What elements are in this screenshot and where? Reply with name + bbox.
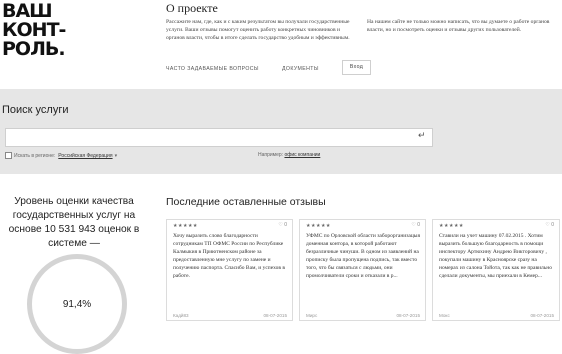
review-text: УФМС по Орловской области заборорганизац… — [306, 233, 420, 280]
login-button[interactable]: Вход — [342, 60, 371, 75]
region-label: Искать в регионе: — [14, 152, 56, 159]
search-input[interactable] — [5, 128, 433, 147]
reviews-title: Последние оставленные отзывы — [166, 196, 326, 208]
review-card[interactable]: ★★★★★ ♡ 0 УФМС по Орловской области забо… — [299, 219, 426, 321]
review-author[interactable]: Мирс — [306, 313, 317, 318]
review-text: Хочу выразить слово благодарности сотруд… — [173, 233, 285, 280]
review-card[interactable]: ★★★★★ ♡ 0 Хочу выразить слово благодарно… — [166, 219, 293, 321]
review-date: 08-07-2015 — [530, 313, 555, 318]
example-label: Например: — [258, 152, 284, 158]
documents-link[interactable]: Документы — [282, 66, 319, 72]
logo-line-3: РОЛЬ. — [2, 38, 66, 60]
rating-stars: ★★★★★ — [306, 223, 331, 229]
quality-stat-title: Уровень оценки качества государственных … — [8, 196, 140, 249]
rating-stars: ★★★★★ — [439, 223, 464, 229]
region-filter: Искать в регионе: Российская Федерация ▾ — [5, 152, 117, 159]
review-author[interactable]: Мокс — [439, 313, 450, 318]
quality-gauge-value: 91,4% — [62, 299, 92, 310]
region-checkbox[interactable] — [5, 152, 12, 159]
enter-icon[interactable]: ↵ — [418, 130, 426, 141]
faq-link[interactable]: Часто задаваемые вопросы — [166, 66, 259, 72]
comments-icon: ♡ 0 — [545, 222, 554, 228]
about-title: О проекте — [166, 1, 218, 15]
site-logo[interactable]: ВАШ КОНТ- РОЛЬ. — [2, 2, 72, 59]
about-text: Рассажите нам, где, как и с каким резуль… — [166, 19, 350, 42]
review-card[interactable]: ★★★★★ ♡ 0 Ставили на учет машину 07.02.2… — [432, 219, 560, 321]
search-example: Например: офис компании — [258, 152, 320, 158]
region-select[interactable]: Российская Федерация — [58, 153, 112, 159]
comments-icon: ♡ 0 — [411, 222, 420, 228]
comments-icon: ♡ 0 — [278, 222, 287, 228]
review-date: 08-07-2015 — [263, 313, 288, 318]
example-link[interactable]: офис компании — [284, 152, 320, 158]
rating-stars: ★★★★★ — [173, 223, 198, 229]
chevron-down-icon[interactable]: ▾ — [115, 153, 118, 159]
side-info-text: На нашем сайте не только можно написать,… — [367, 19, 550, 34]
search-title: Поиск услуги — [2, 104, 69, 116]
review-author[interactable]: Кадй83 — [173, 313, 189, 318]
review-date: 08-07-2015 — [396, 313, 421, 318]
review-text: Ставили на учет машину 07.02.2015 . Хоти… — [439, 233, 552, 280]
